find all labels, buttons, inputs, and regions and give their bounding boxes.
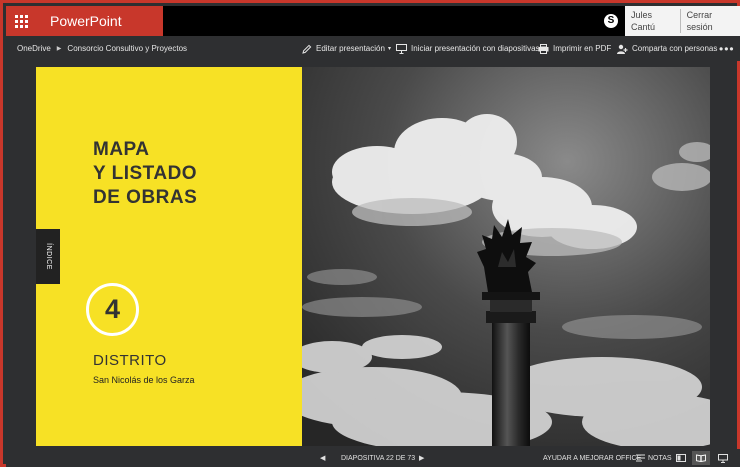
start-slideshow-button[interactable]: Iniciar presentación con diapositivas [396,36,540,61]
edit-presentation-button[interactable]: Editar presentación ▾ [302,36,391,61]
normal-view-icon [676,454,686,462]
pencil-icon [302,44,312,54]
slide-photo [302,67,710,446]
print-pdf-button[interactable]: Imprimir en PDF [538,36,611,61]
sky-monument-image [302,67,710,446]
slide-title-line: DE OBRAS [93,187,198,208]
slideshow-view-button[interactable] [714,451,732,465]
share-label: Comparta con personas [632,44,718,53]
reading-view-button[interactable] [692,451,710,465]
index-tab[interactable]: ÍNDICE [36,229,60,284]
district-number-badge: 4 [86,283,139,336]
breadcrumb-onedrive[interactable]: OneDrive [17,44,51,53]
app-brand-link[interactable]: PowerPoint Online [36,6,163,59]
notes-icon [636,454,645,462]
slide-canvas: MAPA Y LISTADO DE OBRAS ÍNDICE 4 DISTRIT… [36,67,710,446]
next-slide-button[interactable]: ▶ [419,449,424,467]
printer-icon [538,43,549,54]
notes-label: NOTAS [648,454,672,462]
edit-presentation-label: Editar presentación [316,44,385,53]
slideshow-view-icon [718,453,728,463]
sign-out-link[interactable]: Cerrar sesión [681,9,740,33]
share-people-icon [617,44,628,54]
command-bar: OneDrive ▶ Consorcio Consultivo y Proyec… [6,36,740,61]
help-improve-office-link[interactable]: AYUDAR A MEJORAR OFFICE [543,449,641,467]
reading-view-icon [696,454,706,462]
breadcrumb-folder[interactable]: Consorcio Consultivo y Proyectos [67,44,187,53]
projector-icon [396,43,407,54]
print-pdf-label: Imprimir en PDF [553,44,612,53]
app-launcher-icon [14,14,28,28]
slide-yellow-panel [36,67,302,446]
account-area: Jules Cantú Cerrar sesión [625,6,740,36]
top-app-bar: PowerPoint Online S Jules Cantú Cerrar s… [6,6,740,59]
notes-button[interactable]: NOTAS [636,449,672,467]
district-label: DISTRITO [93,352,167,369]
slide-title-line: Y LISTADO [93,163,198,184]
app-launcher-button[interactable] [6,6,36,36]
skype-button[interactable]: S [598,6,624,36]
breadcrumb: OneDrive ▶ Consorcio Consultivo y Proyec… [17,36,187,61]
district-name: San Nicolás de los Garza [93,375,195,385]
slide-counter: DIAPOSITIVA 22 DE 73 [341,454,416,462]
breadcrumb-separator-icon: ▶ [56,46,62,52]
app-window: PowerPoint Online S Jules Cantú Cerrar s… [0,0,740,467]
status-bar: ◀ DIAPOSITIVA 22 DE 73 ▶ AYUDAR A MEJORA… [6,449,740,467]
skype-icon: S [604,14,618,28]
more-options-button[interactable]: ••• [719,36,735,61]
previous-slide-button[interactable]: ◀ [320,449,325,467]
normal-view-button[interactable] [672,451,690,465]
start-slideshow-label: Iniciar presentación con diapositivas [411,44,540,53]
slide-title: MAPA Y LISTADO DE OBRAS [93,138,197,210]
index-tab-label: ÍNDICE [44,243,52,270]
slide-title-line: MAPA [93,139,150,160]
user-name[interactable]: Jules Cantú [625,9,681,33]
share-button[interactable]: Comparta con personas [617,36,717,61]
chevron-down-icon: ▾ [387,46,391,52]
